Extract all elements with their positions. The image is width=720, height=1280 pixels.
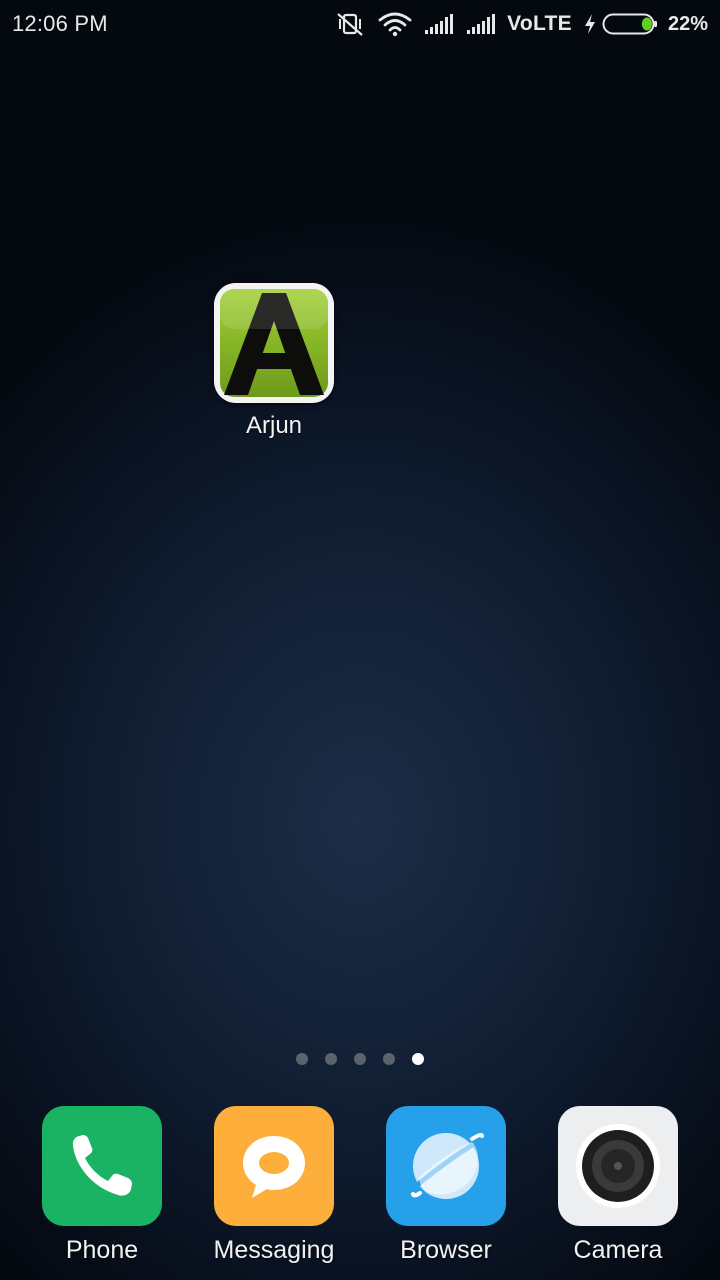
network-type-label: VoLTE (507, 12, 572, 35)
messaging-icon[interactable] (214, 1106, 334, 1226)
page-dot[interactable] (354, 1053, 366, 1065)
app-label: Camera (573, 1236, 663, 1264)
app-label: Arjun (245, 412, 303, 439)
page-dot[interactable] (296, 1053, 308, 1065)
battery-icon (602, 13, 657, 35)
app-label: Phone (65, 1236, 139, 1264)
app-label: Messaging (213, 1236, 335, 1264)
page-dot[interactable] (383, 1053, 395, 1065)
phone-icon[interactable] (42, 1106, 162, 1226)
arjun-a-logo-icon[interactable] (214, 283, 334, 403)
dock-app-camera[interactable]: Camera (532, 1106, 704, 1265)
battery-level-fill (641, 17, 652, 31)
dock-app-browser[interactable]: Browser (360, 1106, 532, 1265)
vibrate-off-icon (337, 13, 363, 36)
charging-bolt-icon (584, 14, 595, 34)
status-bar[interactable]: 12:06 PM VoLTE 22% (0, 0, 720, 50)
status-icons: VoLTE 22% (335, 9, 708, 39)
status-time: 12:06 PM (12, 11, 108, 36)
battery-percent: 22% (667, 12, 708, 35)
page-dot-active[interactable] (412, 1053, 424, 1065)
signal-sim1-icon (425, 14, 454, 34)
camera-icon[interactable] (558, 1106, 678, 1226)
signal-sim2-icon (467, 14, 496, 34)
dock-app-phone[interactable]: Phone (16, 1106, 188, 1265)
wifi-icon (378, 12, 412, 37)
page-dot[interactable] (325, 1053, 337, 1065)
browser-icon[interactable] (386, 1106, 506, 1226)
page-indicator (0, 1053, 720, 1065)
app-arjun[interactable]: Arjun (214, 283, 334, 440)
dock-app-messaging[interactable]: Messaging (188, 1106, 360, 1265)
app-label: Browser (400, 1236, 492, 1264)
